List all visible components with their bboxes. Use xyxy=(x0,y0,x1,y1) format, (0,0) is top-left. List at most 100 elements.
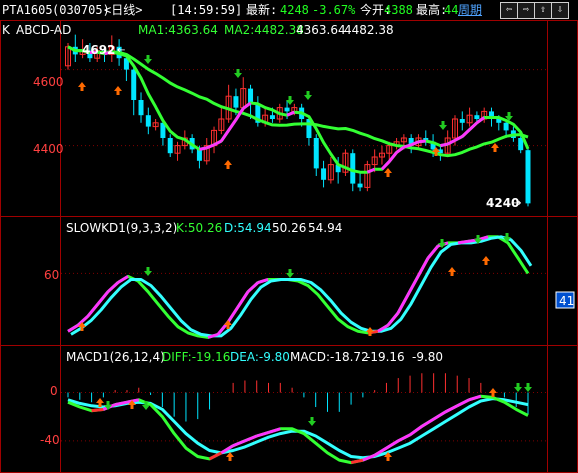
kline-ytick-4400: 4400 xyxy=(33,142,64,156)
candle-down xyxy=(321,168,327,180)
nav-up-icon[interactable]: ⇧ xyxy=(534,2,552,19)
ma1-rising-segment xyxy=(220,129,230,142)
ma1-rising-segment xyxy=(461,128,471,138)
macd-rising-segment xyxy=(268,427,281,434)
candle-down xyxy=(284,107,290,112)
time-label: [14:59:59] xyxy=(170,3,243,17)
macd-rising-segment xyxy=(444,404,458,414)
candle-down xyxy=(269,115,275,119)
ma1-rising-segment xyxy=(199,146,208,151)
candle-down xyxy=(474,115,480,119)
quote-header: PTA1605 (030705) <日线> [14:59:59] 最新: 424… xyxy=(0,0,578,20)
kd-val1: 50.26 xyxy=(272,221,306,235)
contract-code: (030705) xyxy=(52,3,110,17)
ma1-rising-segment xyxy=(286,110,295,117)
kline-legend-prefix: K xyxy=(2,23,11,37)
macd-panel[interactable] xyxy=(61,373,547,465)
kline-val2: 4482.38 xyxy=(344,23,394,37)
high-label: 最高: xyxy=(416,3,448,17)
macd-rising-segment xyxy=(232,439,246,448)
kd-d-legend: D:54.94 xyxy=(224,221,272,235)
ma1-rising-segment xyxy=(380,160,391,171)
candle-down xyxy=(313,138,319,169)
candle-down xyxy=(145,115,151,127)
kd-d-line xyxy=(70,235,533,338)
ma1-rising-segment xyxy=(213,139,223,147)
ma1-rising-segment xyxy=(227,118,238,132)
ma1-rising-segment xyxy=(446,138,456,146)
ma1-rising-segment xyxy=(468,121,478,131)
kd-k-line xyxy=(67,235,530,339)
kline-legend-name: ABCD-AD xyxy=(16,23,71,37)
kline-buy-arrow xyxy=(224,160,232,169)
nav-right-icon[interactable]: ⇨ xyxy=(517,2,535,19)
kline-sell-arrow xyxy=(304,91,312,100)
candle-down xyxy=(138,100,144,116)
macd-diff-legend: DIFF:-19.16 xyxy=(162,350,230,364)
kd-rising-segment xyxy=(457,239,469,245)
nav-left-icon[interactable]: ⇦ xyxy=(500,2,518,19)
macd-sell-arrow xyxy=(308,417,316,426)
kd-val2: 54.94 xyxy=(308,221,342,235)
ma1-rising-segment xyxy=(366,167,376,174)
max-price-pointer: ← xyxy=(117,45,125,56)
kd-buy-arrow xyxy=(366,327,374,336)
candle-down xyxy=(167,138,173,154)
macd-ytick-0: 0 xyxy=(50,384,58,398)
macd-val1: -19.16 xyxy=(366,350,405,364)
nav-down-icon[interactable]: ⇩ xyxy=(551,2,569,19)
min-price-pointer: → xyxy=(513,198,521,209)
ma1-legend: MA1:4363.64 xyxy=(138,23,218,37)
macd-dea-legend: DEA:-9.80 xyxy=(230,350,290,364)
symbol-label: PTA1605 xyxy=(2,3,53,17)
macd-rising-segment xyxy=(409,425,423,437)
kline-buy-arrow xyxy=(384,168,392,177)
candle-down xyxy=(357,183,363,188)
high-value: 44 xyxy=(444,3,459,17)
candle-down xyxy=(525,150,531,204)
macd-rising-segment xyxy=(397,433,411,443)
kline-buy-arrow xyxy=(78,82,86,91)
candle-down xyxy=(459,119,465,123)
macd-title: MACD1(26,12,4) xyxy=(66,350,165,364)
kline-sell-arrow xyxy=(144,55,152,64)
kline-panel[interactable] xyxy=(61,34,547,207)
change-pct: -3.67% xyxy=(312,3,356,17)
kd-buy-arrow xyxy=(482,256,490,265)
macd-sell-arrow xyxy=(524,383,532,392)
macd-sell-arrow xyxy=(514,383,522,392)
kline-sell-arrow xyxy=(234,69,242,78)
kd-sell-arrow xyxy=(144,267,152,276)
kd-lines xyxy=(67,235,533,339)
kd-title: SLOWKD1(9,3,3,2) xyxy=(66,221,177,235)
period-link[interactable]: 周期 xyxy=(458,0,482,20)
chart-area[interactable]: K ABCD-AD MA1:4363.64 MA2:4482.38 4363.6… xyxy=(0,20,578,473)
ma2-legend: MA2:4482.38 xyxy=(224,23,304,37)
open-value: 4388 xyxy=(384,3,413,17)
latest-value: 4248 xyxy=(280,3,309,17)
macd-signal-arrows xyxy=(96,383,532,461)
macd-rising-segment xyxy=(244,434,258,443)
kd-ytick-60: 60 xyxy=(44,268,59,282)
macd-rising-segment xyxy=(468,394,482,402)
max-price-label: 4692 xyxy=(82,43,115,57)
ma1-rising-segment xyxy=(418,139,426,144)
macd-dea-line xyxy=(67,397,529,460)
macd-ytick-neg40: -40 xyxy=(40,433,60,447)
kd-panel[interactable] xyxy=(61,233,547,339)
macd-rising-segment xyxy=(256,430,269,438)
macd-rising-segment xyxy=(456,398,470,408)
macd-lines xyxy=(67,394,529,465)
kline-sell-arrow xyxy=(439,121,447,130)
ma1-rising-segment xyxy=(454,135,463,142)
kline-ma-lines xyxy=(67,45,530,174)
macd-rising-segment xyxy=(350,458,364,465)
macd-rising-segment xyxy=(421,417,435,428)
macd-rising-segment xyxy=(91,407,104,413)
macd-macd-legend: MACD:-18.72 xyxy=(290,350,369,364)
kline-ytick-4600: 4600 xyxy=(33,75,64,89)
macd-rising-segment xyxy=(385,439,400,450)
kline-buy-arrow xyxy=(491,143,499,152)
kd-sell-arrow xyxy=(286,269,294,278)
candle-down xyxy=(233,96,239,108)
